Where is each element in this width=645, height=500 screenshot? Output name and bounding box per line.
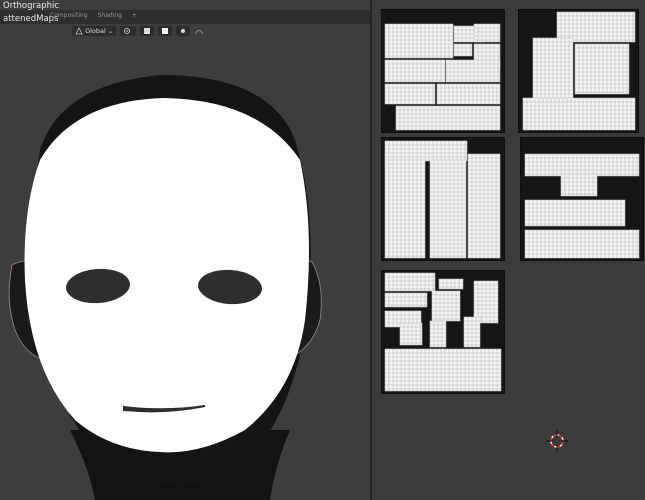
uv-island[interactable]	[524, 153, 640, 177]
uv-islands	[384, 140, 501, 259]
orientation-dropdown[interactable]: Global ⌄	[72, 26, 117, 36]
tab-shading[interactable]: Shading	[98, 12, 122, 19]
uv-map-5[interactable]	[381, 270, 505, 394]
uv-map-2[interactable]	[518, 9, 639, 133]
uv-island[interactable]	[399, 322, 423, 346]
uv-island[interactable]	[445, 59, 501, 83]
uv-island[interactable]	[384, 159, 426, 259]
uv-island[interactable]	[384, 292, 428, 308]
uv-island[interactable]	[431, 290, 461, 322]
snap-target-icon	[162, 28, 169, 34]
uv-islands	[384, 23, 501, 131]
uv-island[interactable]	[467, 153, 501, 259]
uv-island[interactable]	[524, 199, 626, 227]
uv-island[interactable]	[429, 159, 467, 259]
uv-map-3[interactable]	[381, 137, 505, 261]
uv-island[interactable]	[384, 23, 454, 59]
snap-button[interactable]	[140, 26, 155, 36]
3d-cursor-icon[interactable]	[546, 430, 568, 452]
tab-compositing[interactable]: Compositing	[50, 12, 88, 19]
uv-island[interactable]	[524, 229, 640, 259]
orientation-label: Global	[85, 27, 106, 35]
uv-island[interactable]	[556, 11, 636, 43]
falloff-button[interactable]	[194, 27, 204, 35]
uv-map-1[interactable]	[381, 9, 505, 133]
proportional-button[interactable]	[176, 26, 191, 36]
uv-island[interactable]	[384, 140, 468, 162]
workspace-tabs: Compositing Shading +	[50, 12, 137, 19]
uv-island[interactable]	[453, 43, 473, 57]
uv-island[interactable]	[384, 59, 446, 83]
uv-island[interactable]	[522, 97, 636, 131]
uv-map-4[interactable]	[520, 137, 644, 261]
uv-island[interactable]	[532, 37, 574, 99]
axis-icon	[75, 27, 83, 35]
pivot-button[interactable]	[120, 26, 137, 36]
uv-island[interactable]	[574, 43, 630, 95]
uv-island[interactable]	[438, 278, 464, 290]
uv-islands	[522, 11, 636, 131]
uv-islands	[384, 272, 502, 392]
face-mask	[24, 98, 309, 453]
uv-island[interactable]	[463, 316, 481, 348]
uv-island[interactable]	[429, 320, 447, 348]
uv-island[interactable]	[560, 173, 598, 197]
uv-island[interactable]	[384, 348, 502, 392]
uv-islands	[524, 153, 640, 259]
uv-island[interactable]	[384, 83, 436, 105]
3d-viewport[interactable]: Orthographic attenedMaps Compositing Sha…	[0, 0, 372, 500]
uv-island[interactable]	[473, 23, 501, 43]
tab-add[interactable]: +	[132, 12, 137, 19]
head-render	[8, 75, 322, 500]
uv-island[interactable]	[395, 105, 501, 131]
uv-island[interactable]	[384, 272, 436, 292]
snap-target-button[interactable]	[158, 26, 173, 36]
snap-icon	[144, 28, 151, 34]
proportional-icon	[181, 29, 186, 33]
pivot-icon	[124, 28, 131, 34]
uv-island[interactable]	[436, 83, 501, 105]
falloff-icon	[195, 30, 204, 35]
viewport-toolbar: Global ⌄	[72, 24, 204, 38]
chevron-down-icon: ⌄	[107, 27, 114, 35]
